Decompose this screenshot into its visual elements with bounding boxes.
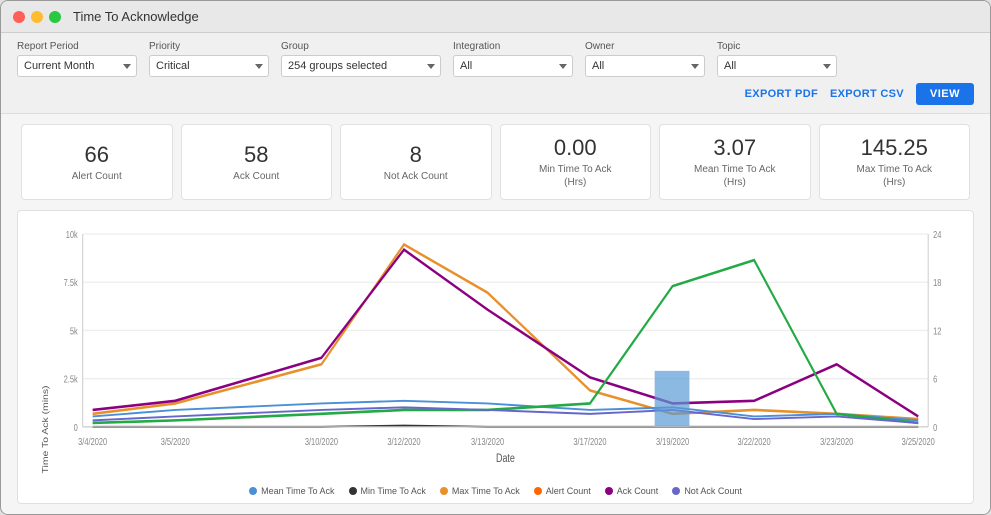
svg-text:3/5/2020: 3/5/2020 xyxy=(161,437,190,448)
chart-container: 10k 7.5k 5k 2.5k 0 24 18 12 6 0 3/4/2020… xyxy=(28,221,963,482)
svg-text:2.5k: 2.5k xyxy=(64,374,79,385)
svg-text:3/23/2020: 3/23/2020 xyxy=(820,437,853,448)
svg-text:0: 0 xyxy=(933,422,937,433)
traffic-lights xyxy=(13,11,61,23)
legend-ack-count-icon xyxy=(605,487,613,495)
legend-alert-count-label: Alert Count xyxy=(546,486,591,496)
metric-max-time: 145.25 Max Time To Ack(Hrs) xyxy=(819,124,971,200)
group-label: Group xyxy=(281,41,441,52)
svg-text:3/10/2020: 3/10/2020 xyxy=(305,437,338,448)
legend-max-time-label: Max Time To Ack xyxy=(452,486,520,496)
report-period-label: Report Period xyxy=(17,41,137,52)
alert-count-value: 66 xyxy=(85,142,109,168)
svg-text:10k: 10k xyxy=(66,229,79,240)
filter-report-period: Report Period Current Month xyxy=(17,41,137,77)
min-time-value: 0.00 xyxy=(554,135,597,161)
chart-svg: 10k 7.5k 5k 2.5k 0 24 18 12 6 0 3/4/2020… xyxy=(28,221,963,482)
priority-label: Priority xyxy=(149,41,269,52)
content-area: Report Period Current Month Priority Cri… xyxy=(1,33,990,514)
legend-alert-count: Alert Count xyxy=(534,486,591,496)
legend-min-time-label: Min Time To Ack xyxy=(361,486,426,496)
topic-label: Topic xyxy=(717,41,837,52)
filter-topic: Topic All xyxy=(717,41,837,77)
integration-label: Integration xyxy=(453,41,573,52)
legend-ack-count: Ack Count xyxy=(605,486,659,496)
svg-text:Date: Date xyxy=(496,453,515,465)
main-window: Time To Acknowledge Report Period Curren… xyxy=(0,0,991,515)
ack-count-value: 58 xyxy=(244,142,268,168)
legend-mean-time: Mean Time To Ack xyxy=(249,486,334,496)
chart-area: 10k 7.5k 5k 2.5k 0 24 18 12 6 0 3/4/2020… xyxy=(17,210,974,504)
legend-not-ack-count: Not Ack Count xyxy=(672,486,742,496)
mean-time-label: Mean Time To Ack(Hrs) xyxy=(694,163,776,189)
svg-text:6: 6 xyxy=(933,374,937,385)
not-ack-count-value: 8 xyxy=(410,142,422,168)
alert-count-label: Alert Count xyxy=(72,170,122,183)
export-csv-button[interactable]: EXPORT CSV xyxy=(830,88,904,100)
svg-text:0: 0 xyxy=(74,422,78,433)
legend-max-time: Max Time To Ack xyxy=(440,486,520,496)
svg-text:Time To Ack (mins): Time To Ack (mins) xyxy=(41,386,50,474)
svg-text:3/12/2020: 3/12/2020 xyxy=(387,437,420,448)
metric-mean-time: 3.07 Mean Time To Ack(Hrs) xyxy=(659,124,811,200)
integration-select[interactable]: All xyxy=(453,55,573,77)
legend-alert-count-icon xyxy=(534,487,542,495)
report-period-select[interactable]: Current Month xyxy=(17,55,137,77)
legend-mean-time-label: Mean Time To Ack xyxy=(261,486,334,496)
mean-time-value: 3.07 xyxy=(713,135,756,161)
owner-label: Owner xyxy=(585,41,705,52)
legend-not-ack-count-label: Not Ack Count xyxy=(684,486,742,496)
legend-ack-count-label: Ack Count xyxy=(617,486,659,496)
legend-not-ack-count-icon xyxy=(672,487,680,495)
filter-priority: Priority Critical xyxy=(149,41,269,77)
actions-row: EXPORT PDF EXPORT CSV VIEW xyxy=(17,83,974,105)
svg-text:3/17/2020: 3/17/2020 xyxy=(573,437,606,448)
filter-owner: Owner All xyxy=(585,41,705,77)
svg-text:5k: 5k xyxy=(70,326,78,337)
legend-max-time-icon xyxy=(440,487,448,495)
max-time-value: 145.25 xyxy=(861,135,928,161)
view-button[interactable]: VIEW xyxy=(916,83,974,105)
chart-legend: Mean Time To Ack Min Time To Ack Max Tim… xyxy=(28,482,963,498)
min-time-label: Min Time To Ack(Hrs) xyxy=(539,163,612,189)
metric-not-ack-count: 8 Not Ack Count xyxy=(340,124,492,200)
metrics-row: 66 Alert Count 58 Ack Count 8 Not Ack Co… xyxy=(1,114,990,210)
svg-text:3/22/2020: 3/22/2020 xyxy=(738,437,771,448)
maximize-button[interactable] xyxy=(49,11,61,23)
legend-min-time-icon xyxy=(349,487,357,495)
export-pdf-button[interactable]: EXPORT PDF xyxy=(745,88,818,100)
toolbar: Report Period Current Month Priority Cri… xyxy=(1,33,990,114)
svg-text:18: 18 xyxy=(933,278,941,289)
owner-select[interactable]: All xyxy=(585,55,705,77)
svg-text:24: 24 xyxy=(933,229,941,240)
legend-min-time: Min Time To Ack xyxy=(349,486,426,496)
svg-text:3/19/2020: 3/19/2020 xyxy=(656,437,689,448)
filter-group: Group 254 groups selected xyxy=(281,41,441,77)
priority-select[interactable]: Critical xyxy=(149,55,269,77)
legend-mean-time-icon xyxy=(249,487,257,495)
filter-row: Report Period Current Month Priority Cri… xyxy=(17,41,974,77)
not-ack-count-label: Not Ack Count xyxy=(384,170,448,183)
svg-text:3/4/2020: 3/4/2020 xyxy=(78,437,107,448)
ack-count-label: Ack Count xyxy=(233,170,279,183)
metric-alert-count: 66 Alert Count xyxy=(21,124,173,200)
svg-text:7.5k: 7.5k xyxy=(64,278,79,289)
filter-integration: Integration All xyxy=(453,41,573,77)
metric-ack-count: 58 Ack Count xyxy=(181,124,333,200)
title-bar: Time To Acknowledge xyxy=(1,1,990,33)
topic-select[interactable]: All xyxy=(717,55,837,77)
svg-text:12: 12 xyxy=(933,326,941,337)
close-button[interactable] xyxy=(13,11,25,23)
minimize-button[interactable] xyxy=(31,11,43,23)
max-time-label: Max Time To Ack(Hrs) xyxy=(857,163,932,189)
svg-text:3/25/2020: 3/25/2020 xyxy=(902,437,935,448)
metric-min-time: 0.00 Min Time To Ack(Hrs) xyxy=(500,124,652,200)
svg-text:3/13/2020: 3/13/2020 xyxy=(471,437,504,448)
group-select[interactable]: 254 groups selected xyxy=(281,55,441,77)
window-title: Time To Acknowledge xyxy=(73,9,199,24)
